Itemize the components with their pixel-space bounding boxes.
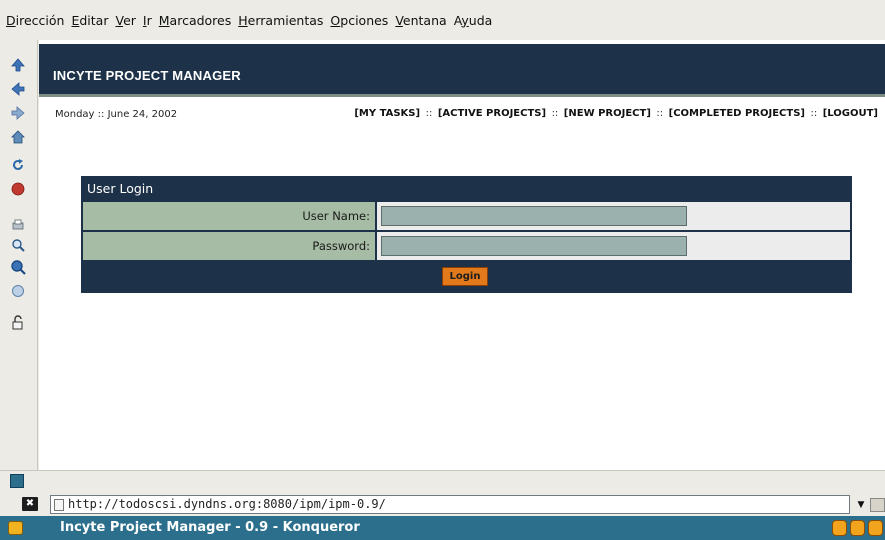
nav-active-projects[interactable]: [ACTIVE PROJECTS] bbox=[438, 108, 546, 119]
page-document-icon bbox=[54, 499, 64, 511]
header-divider bbox=[39, 94, 885, 97]
nav-completed-projects[interactable]: [COMPLETED PROJECTS] bbox=[669, 108, 805, 119]
menu-marcadores[interactable]: Marcadores bbox=[159, 13, 232, 28]
menu-direccion[interactable]: Dirección bbox=[6, 13, 64, 28]
status-strip bbox=[0, 470, 885, 492]
stop-icon[interactable] bbox=[9, 180, 27, 198]
nav-separator: :: bbox=[656, 108, 664, 119]
url-dropdown-icon[interactable]: ▼ bbox=[856, 500, 866, 510]
location-bar: ✖ http://todoscsi.dyndns.org:8080/ipm/ip… bbox=[0, 493, 885, 516]
username-input[interactable] bbox=[381, 206, 687, 226]
window-controls bbox=[832, 520, 883, 536]
window-menu-icon[interactable] bbox=[8, 521, 23, 535]
browser-viewport: INCYTE PROJECT MANAGER Monday :: June 24… bbox=[39, 40, 885, 470]
app-title: INCYTE PROJECT MANAGER bbox=[53, 68, 241, 83]
go-icon[interactable] bbox=[870, 498, 885, 512]
taskbar: Incyte Project Manager - 0.9 - Konqueror bbox=[0, 516, 885, 540]
vertical-toolbar bbox=[0, 40, 38, 470]
back-arrow-icon[interactable] bbox=[9, 80, 27, 98]
url-field[interactable]: http://todoscsi.dyndns.org:8080/ipm/ipm-… bbox=[50, 495, 850, 514]
username-label: User Name: bbox=[83, 202, 375, 230]
current-date: Monday :: June 24, 2002 bbox=[55, 109, 178, 120]
close-icon[interactable] bbox=[868, 520, 883, 536]
up-arrow-icon[interactable] bbox=[9, 56, 27, 74]
nav-new-project[interactable]: [NEW PROJECT] bbox=[564, 108, 651, 119]
forward-arrow-icon[interactable] bbox=[9, 104, 27, 122]
login-button[interactable]: Login bbox=[442, 267, 488, 286]
menu-ventana[interactable]: Ventana bbox=[395, 13, 446, 28]
password-row: Password: bbox=[83, 232, 850, 260]
menu-herramientas[interactable]: Herramientas bbox=[238, 13, 323, 28]
security-lock-icon[interactable] bbox=[9, 314, 27, 332]
login-title: User Login bbox=[87, 181, 154, 196]
maximize-icon[interactable] bbox=[850, 520, 865, 536]
password-cell bbox=[377, 232, 850, 260]
konqueror-sidebar-icon[interactable] bbox=[10, 474, 24, 488]
nav-separator: :: bbox=[810, 108, 818, 119]
nav-my-tasks[interactable]: [MY TASKS] bbox=[354, 108, 420, 119]
menu-ayuda[interactable]: Ayuda bbox=[454, 13, 493, 28]
reload-icon[interactable] bbox=[9, 156, 27, 174]
password-input[interactable] bbox=[381, 236, 687, 256]
menu-editar[interactable]: Editar bbox=[71, 13, 108, 28]
nav-separator: :: bbox=[551, 108, 559, 119]
home-icon[interactable] bbox=[9, 128, 27, 146]
menu-bar: Dirección Editar Ver Ir Marcadores Herra… bbox=[0, 0, 885, 40]
app-header: INCYTE PROJECT MANAGER bbox=[39, 44, 885, 94]
menu-ir[interactable]: Ir bbox=[143, 13, 152, 28]
minimize-icon[interactable] bbox=[832, 520, 847, 536]
search-icon[interactable] bbox=[9, 282, 27, 300]
username-row: User Name: bbox=[83, 202, 850, 230]
nav-separator: :: bbox=[425, 108, 433, 119]
nav-logout[interactable]: [LOGOUT] bbox=[823, 108, 878, 119]
zoom-out-icon[interactable] bbox=[9, 236, 27, 254]
menu-opciones[interactable]: Opciones bbox=[330, 13, 388, 28]
menu-ver[interactable]: Ver bbox=[115, 13, 135, 28]
url-text: http://todoscsi.dyndns.org:8080/ipm/ipm-… bbox=[68, 497, 386, 511]
main-nav: [MY TASKS] :: [ACTIVE PROJECTS] :: [NEW … bbox=[354, 108, 878, 119]
login-panel: User Login User Name: Password: Login bbox=[81, 176, 852, 293]
zoom-in-icon[interactable] bbox=[9, 258, 27, 276]
print-icon[interactable] bbox=[9, 216, 27, 234]
window-title: Incyte Project Manager - 0.9 - Konqueror bbox=[60, 520, 360, 535]
username-cell bbox=[377, 202, 850, 230]
clear-location-icon[interactable]: ✖ bbox=[22, 497, 38, 511]
password-label: Password: bbox=[83, 232, 375, 260]
